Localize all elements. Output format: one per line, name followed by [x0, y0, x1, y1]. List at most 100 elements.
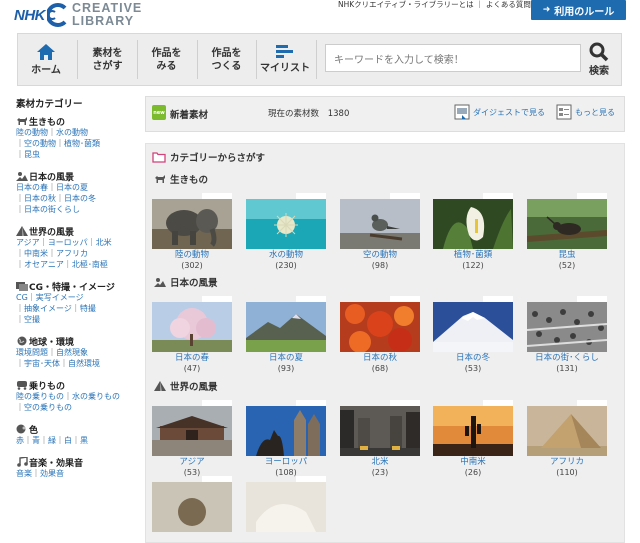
more-link[interactable]: もっと見る [556, 104, 615, 120]
sidebar-link[interactable]: 水の乗りもの [72, 392, 120, 401]
category-card[interactable]: 水の動物 (230) [246, 193, 326, 271]
sidebar-link[interactable]: 北米 [96, 238, 112, 247]
sidebar-link[interactable]: 昆虫 [24, 150, 40, 159]
sidebar-link[interactable]: 青 [32, 436, 40, 445]
sidebar-link[interactable]: 北極･南極 [72, 260, 108, 269]
sidebar-link[interactable]: 水の動物 [56, 128, 88, 137]
sidebar-link[interactable]: 日本の街くらし [24, 205, 80, 214]
sidebar-link[interactable]: 日本の春 [16, 183, 48, 192]
nav-find-materials[interactable]: 素材を さがす [80, 34, 135, 85]
sidebar-link[interactable]: オセアニア [24, 260, 64, 269]
category-card[interactable]: 陸の動物 (302) [152, 193, 232, 271]
sidebar-link[interactable]: 空撮 [24, 315, 40, 324]
sidebar-link[interactable]: 白 [64, 436, 72, 445]
category-card[interactable] [246, 476, 326, 532]
category-thumbnail[interactable] [152, 400, 232, 456]
category-thumbnail[interactable] [527, 193, 607, 249]
category-card[interactable]: 日本の街･くらし (131) [527, 296, 607, 374]
sidebar-link[interactable]: 植物･菌類 [64, 139, 100, 148]
sidebar-link[interactable]: 自然環境 [68, 359, 100, 368]
category-card[interactable]: 空の動物 (98) [340, 193, 420, 271]
sidebar-link[interactable]: 実写イメージ [36, 293, 84, 302]
category-card-label[interactable]: 陸の動物 [152, 250, 232, 261]
category-card[interactable]: アジア (53) [152, 400, 232, 478]
sidebar-category-title[interactable]: 音楽・効果音 [16, 456, 142, 469]
category-card[interactable]: 日本の秋 (68) [340, 296, 420, 374]
category-thumbnail[interactable] [433, 193, 513, 249]
site-logo[interactable]: NHK CREATIVE LIBRARY [14, 2, 142, 28]
sidebar-category-title[interactable]: 日本の風景 [16, 170, 142, 183]
sidebar-link[interactable]: 特撮 [80, 304, 96, 313]
category-thumbnail[interactable] [527, 296, 607, 352]
sidebar-link[interactable]: 宇宙･天体 [24, 359, 60, 368]
category-card-label[interactable]: 日本の冬 [433, 353, 513, 364]
category-card[interactable] [152, 476, 232, 532]
category-card[interactable]: ヨーロッパ (108) [246, 400, 326, 478]
search-button[interactable]: 検索 [578, 34, 620, 85]
sidebar-link[interactable]: 黒 [80, 436, 88, 445]
category-thumbnail[interactable] [152, 296, 232, 352]
sidebar-link[interactable]: 環境問題 [16, 348, 48, 357]
sidebar-link[interactable]: 緑 [48, 436, 56, 445]
category-card[interactable]: 中南米 (26) [433, 400, 513, 478]
category-thumbnail[interactable] [246, 400, 326, 456]
sidebar-link[interactable]: CG [16, 293, 28, 302]
sidebar-link[interactable]: 空の動物 [24, 139, 56, 148]
nav-mylist[interactable]: マイリスト [257, 34, 313, 85]
faq-link[interactable]: よくある質問 [486, 0, 531, 9]
category-card-label[interactable]: アフリカ [527, 457, 607, 468]
category-thumbnail[interactable] [433, 296, 513, 352]
category-card-label[interactable]: 日本の春 [152, 353, 232, 364]
category-thumbnail[interactable] [340, 193, 420, 249]
category-card[interactable]: 北米 (23) [340, 400, 420, 478]
category-card-label[interactable]: 日本の街･くらし [527, 353, 607, 364]
sidebar-link[interactable]: 日本の夏 [56, 183, 88, 192]
nav-home[interactable]: ホーム [18, 34, 74, 85]
sidebar-link[interactable]: 日本の冬 [64, 194, 96, 203]
nav-view-works[interactable]: 作品を みる [139, 34, 194, 85]
category-thumbnail[interactable] [433, 400, 513, 456]
sidebar-category-title[interactable]: 地球・環境 [16, 335, 142, 348]
sidebar-link[interactable]: 日本の秋 [24, 194, 56, 203]
sidebar-link[interactable]: アジア [16, 238, 40, 247]
search-input[interactable]: キーワードを入力して検索！ [325, 44, 581, 72]
category-card-label[interactable]: 北米 [340, 457, 420, 468]
category-thumbnail[interactable] [246, 193, 326, 249]
category-card[interactable]: 昆虫 (52) [527, 193, 607, 271]
sidebar-link[interactable]: 中南米 [24, 249, 48, 258]
sidebar-link[interactable]: 自然現象 [56, 348, 88, 357]
category-thumbnail[interactable] [340, 400, 420, 456]
category-thumbnail[interactable] [246, 296, 326, 352]
sidebar-link[interactable]: 陸の動物 [16, 128, 48, 137]
sidebar-category-title[interactable]: 世界の風景 [16, 225, 142, 238]
category-card-label[interactable]: 日本の秋 [340, 353, 420, 364]
sidebar-category-title[interactable]: 色 [16, 423, 142, 436]
sidebar-link[interactable]: 効果音 [40, 469, 64, 478]
nav-make-works[interactable]: 作品を つくる [199, 34, 254, 85]
category-thumbnail[interactable] [340, 296, 420, 352]
category-thumbnail[interactable] [246, 476, 326, 532]
category-card-label[interactable]: 植物･菌類 [433, 250, 513, 261]
category-card[interactable]: 植物･菌類 (122) [433, 193, 513, 271]
new-materials-title[interactable]: 新着素材 [170, 107, 208, 121]
category-thumbnail[interactable] [152, 193, 232, 249]
sidebar-link[interactable]: アフリカ [56, 249, 88, 258]
sidebar-link[interactable]: 赤 [16, 436, 24, 445]
category-thumbnail[interactable] [152, 476, 232, 532]
category-card-label[interactable]: アジア [152, 457, 232, 468]
sidebar-link[interactable]: ヨーロッパ [48, 238, 88, 247]
rules-button[interactable]: ➜ 利用のルール [531, 0, 626, 20]
category-card-label[interactable]: 中南米 [433, 457, 513, 468]
sidebar-link[interactable]: 陸の乗りもの [16, 392, 64, 401]
category-card-label[interactable]: 日本の夏 [246, 353, 326, 364]
sidebar-category-title[interactable]: 生きもの [16, 115, 142, 128]
about-link[interactable]: NHKクリエイティブ・ライブラリーとは [338, 0, 474, 9]
sidebar-category-title[interactable]: 乗りもの [16, 379, 142, 392]
category-card-label[interactable]: 水の動物 [246, 250, 326, 261]
sidebar-link[interactable]: 音楽 [16, 469, 32, 478]
category-card[interactable]: 日本の春 (47) [152, 296, 232, 374]
category-card-label[interactable]: 昆虫 [527, 250, 607, 261]
category-card[interactable]: アフリカ (110) [527, 400, 607, 478]
sidebar-category-title[interactable]: CG・特撮・イメージ [16, 280, 142, 293]
category-card[interactable]: 日本の冬 (53) [433, 296, 513, 374]
